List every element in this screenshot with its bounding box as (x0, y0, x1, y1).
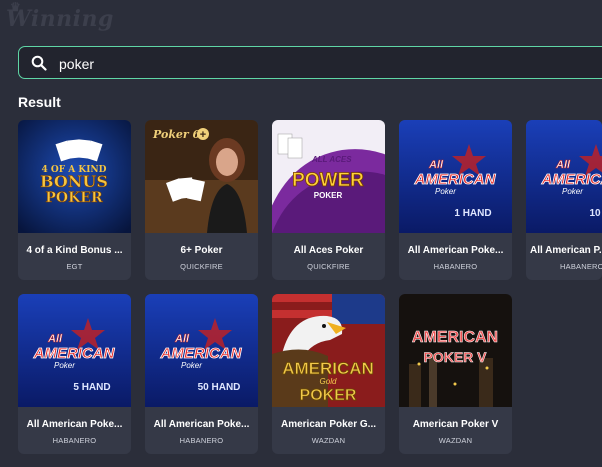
svg-text:+: + (200, 129, 206, 141)
svg-text:AMERICAN: AMERICAN (541, 171, 602, 188)
game-provider: QUICKFIRE (307, 262, 350, 271)
game-thumbnail[interactable]: ALL ACES POWER POKER (272, 120, 385, 233)
game-thumbnail[interactable]: All AMERICAN Poker 50 HAND (145, 294, 258, 407)
game-card[interactable]: All AMERICAN Poker 50 HAND All American … (145, 294, 258, 454)
svg-text:AMERICAN: AMERICAN (414, 171, 497, 188)
game-title: All American Poke... (407, 245, 504, 256)
result-heading: Result (18, 94, 61, 110)
svg-text:5 HAND: 5 HAND (73, 382, 110, 393)
game-provider: HABANERO (433, 262, 478, 271)
game-title: All American Poke... (153, 419, 250, 430)
game-thumbnail[interactable]: 4 OF A KIND BONUS POKER (18, 120, 131, 233)
site-logo[interactable]: ♛ Winning (6, 0, 114, 32)
game-provider: HABANERO (560, 262, 602, 271)
game-provider: WAZDAN (438, 436, 473, 445)
game-thumbnail[interactable]: All AMERICAN Poker 10 H (526, 120, 602, 233)
game-thumbnail[interactable]: All AMERICAN Poker 1 HAND (399, 120, 512, 233)
game-provider: EGT (66, 262, 83, 271)
svg-text:POWER: POWER (292, 170, 364, 191)
svg-text:All: All (47, 333, 63, 345)
game-title: All Aces Poker (293, 245, 364, 256)
svg-text:POKER V: POKER V (423, 349, 487, 365)
svg-text:AMERICAN: AMERICAN (33, 345, 116, 362)
svg-text:ALL ACES: ALL ACES (311, 155, 352, 164)
svg-text:All: All (555, 159, 571, 171)
game-card[interactable]: Poker 6 + 6+ Poker QUICKFIRE (145, 120, 258, 280)
svg-text:Poker 6: Poker 6 (152, 128, 201, 141)
svg-text:AMERICAN: AMERICAN (282, 359, 374, 378)
svg-text:1 HAND: 1 HAND (454, 208, 491, 219)
game-provider: HABANERO (179, 436, 224, 445)
svg-text:Gold: Gold (320, 377, 337, 386)
svg-text:Poker: Poker (181, 361, 202, 370)
svg-text:Poker: Poker (435, 187, 456, 196)
svg-text:POKER: POKER (314, 191, 343, 200)
svg-text:AMERICAN: AMERICAN (160, 345, 243, 362)
svg-text:BONUS: BONUS (40, 172, 108, 191)
game-card[interactable]: AMERICAN Gold POKER American Poker G... … (272, 294, 385, 454)
svg-text:Poker: Poker (54, 361, 75, 370)
svg-text:All: All (174, 333, 190, 345)
game-provider: WAZDAN (311, 436, 346, 445)
svg-text:10 H: 10 H (589, 208, 602, 219)
search-input[interactable] (57, 53, 461, 75)
search-bar[interactable] (18, 46, 602, 79)
game-title: American Poker V (412, 419, 499, 430)
game-card[interactable]: AMERICAN POKER V American Poker V WAZDAN (399, 294, 512, 454)
game-card[interactable]: All AMERICAN Poker 5 HAND All American P… (18, 294, 131, 454)
svg-text:POKER: POKER (300, 387, 357, 404)
game-title: All American Poke... (26, 419, 123, 430)
svg-text:50 HAND: 50 HAND (198, 382, 241, 393)
game-thumbnail[interactable]: Poker 6 + (145, 120, 258, 233)
game-title: American Poker G... (280, 419, 377, 430)
svg-text:POKER: POKER (45, 190, 103, 206)
svg-text:Poker: Poker (562, 187, 583, 196)
game-thumbnail[interactable]: All AMERICAN Poker 5 HAND (18, 294, 131, 407)
svg-text:AMERICAN: AMERICAN (412, 329, 498, 346)
game-provider: HABANERO (52, 436, 97, 445)
crown-icon: ♛ (10, 0, 22, 14)
game-title: All American P... (530, 245, 602, 256)
game-card[interactable]: 4 OF A KIND BONUS POKER 4 of a Kind Bonu… (18, 120, 131, 280)
game-card[interactable]: All AMERICAN Poker 1 HAND All American P… (399, 120, 512, 280)
game-thumbnail[interactable]: AMERICAN Gold POKER (272, 294, 385, 407)
game-title: 4 of a Kind Bonus ... (26, 245, 123, 256)
logo-text: Winning (6, 6, 114, 32)
game-card[interactable]: All AMERICAN Poker 10 H All American P..… (526, 120, 602, 280)
game-title: 6+ Poker (180, 245, 223, 256)
game-card[interactable]: ALL ACES POWER POKER All Aces Poker QUIC… (272, 120, 385, 280)
game-provider: QUICKFIRE (180, 262, 223, 271)
game-thumbnail[interactable]: AMERICAN POKER V (399, 294, 512, 407)
svg-text:All: All (428, 159, 444, 171)
search-icon (31, 55, 47, 71)
